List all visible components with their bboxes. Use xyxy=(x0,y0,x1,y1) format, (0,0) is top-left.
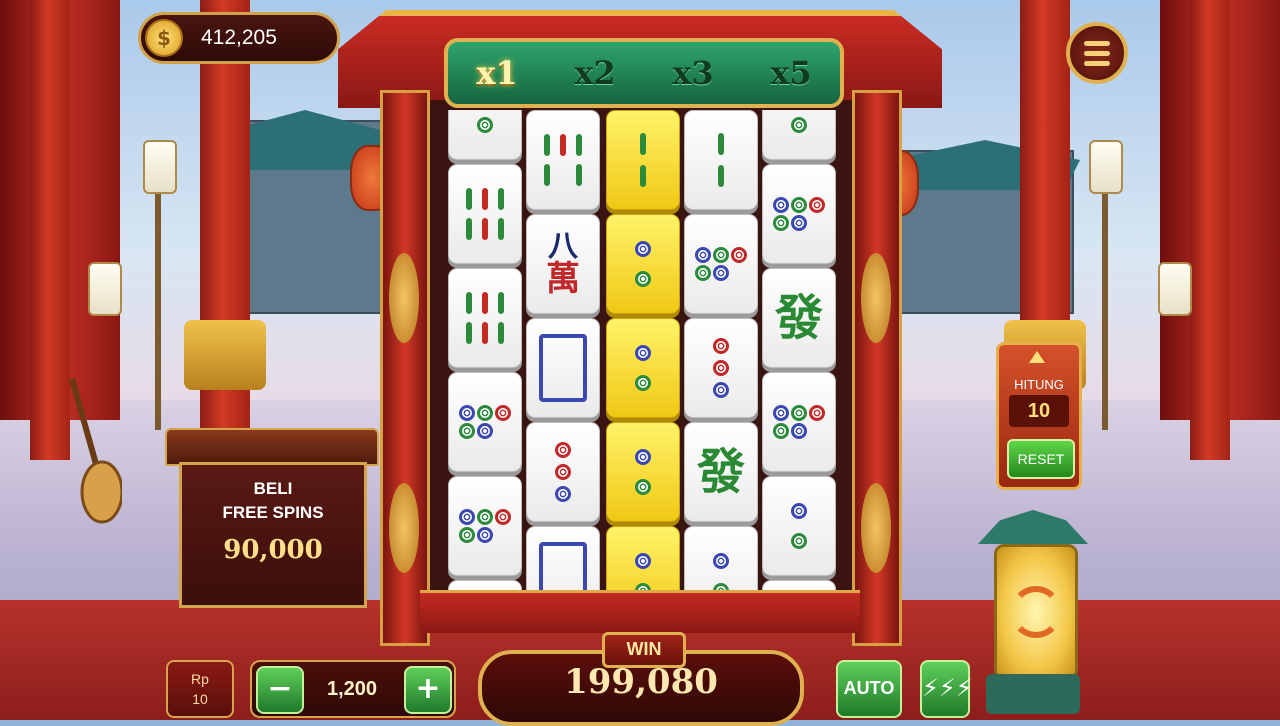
bet-increase-button[interactable]: + xyxy=(404,666,452,714)
reel-column-3 xyxy=(606,110,680,630)
mahjong-tile-circle-5 xyxy=(684,214,758,314)
balance-display: $ 412,205 xyxy=(138,12,340,64)
white-lantern-right-low xyxy=(1158,262,1192,316)
frame-column-right xyxy=(852,90,902,646)
mahjong-tile-circle-3 xyxy=(526,422,600,522)
mahjong-tile-bamboo-6 xyxy=(448,164,522,264)
mahjong-tile-gold-bamboo-2 xyxy=(606,110,680,210)
lantern-pole-left xyxy=(155,190,161,430)
mahjong-tile-circle-5 xyxy=(762,372,836,472)
menu-button[interactable] xyxy=(1066,22,1128,84)
pillar-far-right xyxy=(1190,0,1230,460)
reel-column-1 xyxy=(448,110,522,630)
pipa-instrument-icon xyxy=(69,378,122,524)
reset-button[interactable]: RESET xyxy=(1007,439,1075,479)
win-display: WIN 199,080 xyxy=(478,632,804,726)
win-value: 199,080 xyxy=(564,662,718,702)
mahjong-tile-circle-5 xyxy=(448,372,522,472)
buy-free-spins-button[interactable]: BELI FREE SPINS 90,000 xyxy=(165,428,379,608)
buy-label-line2: FREE SPINS xyxy=(222,503,324,522)
multiplier-x3: x3 xyxy=(672,54,714,92)
balance-value: 412,205 xyxy=(201,26,277,49)
mahjong-tile-green-dragon: 發 xyxy=(684,422,758,522)
spin-arrows-icon xyxy=(1010,586,1062,638)
reel-column-4: 發 xyxy=(684,110,758,630)
hamburger-icon xyxy=(1084,40,1110,46)
multiplier-x2: x2 xyxy=(574,54,616,92)
buy-price: 90,000 xyxy=(223,535,323,565)
reel-column-2: 八萬 xyxy=(526,110,600,630)
arrow-up-icon[interactable] xyxy=(1029,351,1045,363)
tile-green-dragon-glyph: 發 xyxy=(696,444,745,500)
hitung-panel: HITUNG 10 RESET xyxy=(996,342,1082,490)
bet-value: 1,200 xyxy=(326,678,378,700)
multiplier-bar: x1 x2 x3 x5 xyxy=(444,38,844,108)
mahjong-tile-character-8: 八萬 xyxy=(526,214,600,314)
tile-character-top: 八 xyxy=(548,229,578,264)
bet-decrease-button[interactable]: − xyxy=(256,666,304,714)
mahjong-tile-circle-5 xyxy=(762,164,836,264)
mahjong-tile-circle-3 xyxy=(684,318,758,418)
buy-panel-body: BELI FREE SPINS 90,000 xyxy=(179,462,367,608)
mahjong-tile-white-dragon xyxy=(526,318,600,418)
reel-column-5: 發 xyxy=(762,110,836,630)
frame-column-left xyxy=(380,90,430,646)
multiplier-x1: x1 xyxy=(476,54,518,92)
coin-icon: $ xyxy=(145,19,183,57)
currency-label: Rp xyxy=(191,671,209,687)
white-lantern-left xyxy=(143,140,177,194)
bottom-control-bar: Rp 10 − 1,200 + WIN 199,080 AUTO ⚡⚡⚡ xyxy=(160,632,980,726)
lantern-pole-right xyxy=(1102,190,1108,430)
spin-button[interactable] xyxy=(978,490,1088,720)
auto-spin-button[interactable]: AUTO xyxy=(836,660,902,718)
mahjong-tile-green-dragon: 發 xyxy=(762,268,836,368)
turbo-lightning-icon[interactable]: ⚡⚡⚡ xyxy=(920,660,973,718)
pillar-left xyxy=(200,0,250,460)
mahjong-tile-gold-circle-2 xyxy=(606,214,680,314)
mahjong-tile-circle-2 xyxy=(762,476,836,576)
hitung-label: HITUNG xyxy=(1014,377,1064,392)
mahjong-tile-circle-2 xyxy=(762,110,836,160)
mahjong-tile-gold-circle-2 xyxy=(606,422,680,522)
hitung-value: 10 xyxy=(1009,395,1069,427)
tile-green-dragon-glyph: 發 xyxy=(774,290,823,346)
bet-selector: − 1,200 + xyxy=(250,660,456,718)
reel-bottom-valance xyxy=(420,590,860,633)
mahjong-tile-circle-2 xyxy=(448,110,522,160)
mahjong-tile-bamboo-6 xyxy=(448,268,522,368)
multiplier-x5: x5 xyxy=(770,54,812,92)
white-lantern-left-low xyxy=(88,262,122,316)
mahjong-tile-circle-5 xyxy=(448,476,522,576)
white-lantern-right xyxy=(1089,140,1123,194)
denomination-value: 10 xyxy=(192,691,208,707)
mahjong-tile-bamboo-2 xyxy=(684,110,758,210)
spin-lantern-base xyxy=(986,674,1080,714)
spin-lantern-body xyxy=(994,544,1078,680)
spin-lantern-roof xyxy=(978,510,1088,544)
tile-character-bottom: 萬 xyxy=(546,259,580,299)
buy-label-line1: BELI xyxy=(253,479,293,498)
mahjong-tile-gold-circle-2 xyxy=(606,318,680,418)
currency-denomination-button[interactable]: Rp 10 xyxy=(166,660,234,718)
buy-panel-roof xyxy=(165,428,379,466)
pillar-base-left xyxy=(184,320,266,390)
mahjong-tile-bamboo-5 xyxy=(526,110,600,210)
